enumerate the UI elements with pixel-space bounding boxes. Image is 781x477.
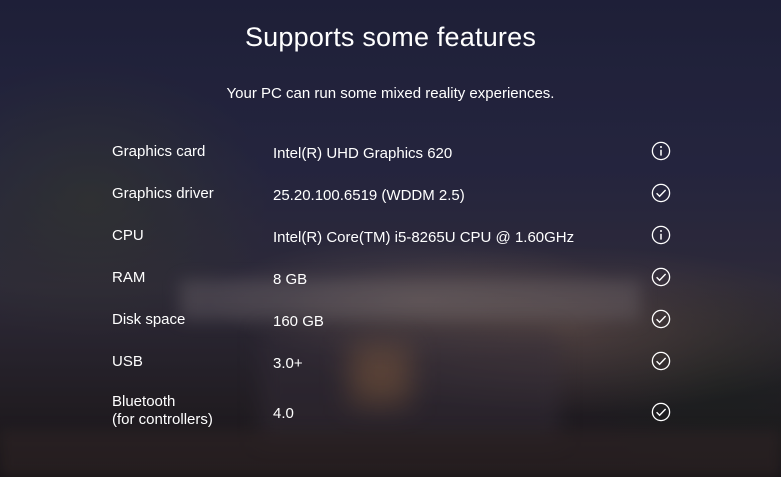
info-icon[interactable] xyxy=(651,141,671,161)
compatibility-results-panel: Supports some features Your PC can run s… xyxy=(0,0,781,477)
requirement-value: 160 GB xyxy=(273,313,324,330)
info-icon[interactable] xyxy=(651,225,671,245)
requirement-label: CPU xyxy=(112,227,144,244)
requirement-row-graphics-card: Graphics card Intel(R) UHD Graphics 620 xyxy=(112,141,682,169)
requirement-value: 4.0 xyxy=(273,405,294,422)
check-circle-icon xyxy=(651,402,671,422)
requirement-value: 3.0+ xyxy=(273,355,303,372)
page-subtitle: Your PC can run some mixed reality exper… xyxy=(226,85,555,102)
requirement-row-cpu: CPU Intel(R) Core(TM) i5-8265U CPU @ 1.6… xyxy=(112,225,682,253)
requirement-row-bluetooth: Bluetooth (for controllers) 4.0 xyxy=(112,393,682,433)
requirement-row-ram: RAM 8 GB xyxy=(112,267,682,295)
requirement-value: 8 GB xyxy=(273,271,308,288)
requirement-label: RAM xyxy=(112,269,146,286)
requirement-row-usb: USB 3.0+ xyxy=(112,351,682,379)
requirement-label: Graphics driver xyxy=(112,185,214,202)
check-circle-icon xyxy=(651,267,671,287)
requirement-label: Graphics card xyxy=(112,143,206,160)
requirement-label: USB xyxy=(112,353,143,370)
page-title: Supports some features xyxy=(244,22,537,52)
requirement-value: Intel(R) Core(TM) i5-8265U CPU @ 1.60GHz xyxy=(273,229,575,246)
requirement-row-graphics-driver: Graphics driver 25.20.100.6519 (WDDM 2.5… xyxy=(112,183,682,211)
requirement-row-disk-space: Disk space 160 GB xyxy=(112,309,682,337)
check-circle-icon xyxy=(651,183,671,203)
requirement-label: Disk space xyxy=(112,311,186,328)
requirement-label: Bluetooth (for controllers) xyxy=(112,393,213,429)
requirement-value: 25.20.100.6519 (WDDM 2.5) xyxy=(273,187,465,204)
check-circle-icon xyxy=(651,309,671,329)
requirement-value: Intel(R) UHD Graphics 620 xyxy=(273,145,453,162)
requirement-label-line2: (for controllers) xyxy=(112,411,213,428)
requirement-label-line1: Bluetooth xyxy=(112,393,176,410)
check-circle-icon xyxy=(651,351,671,371)
